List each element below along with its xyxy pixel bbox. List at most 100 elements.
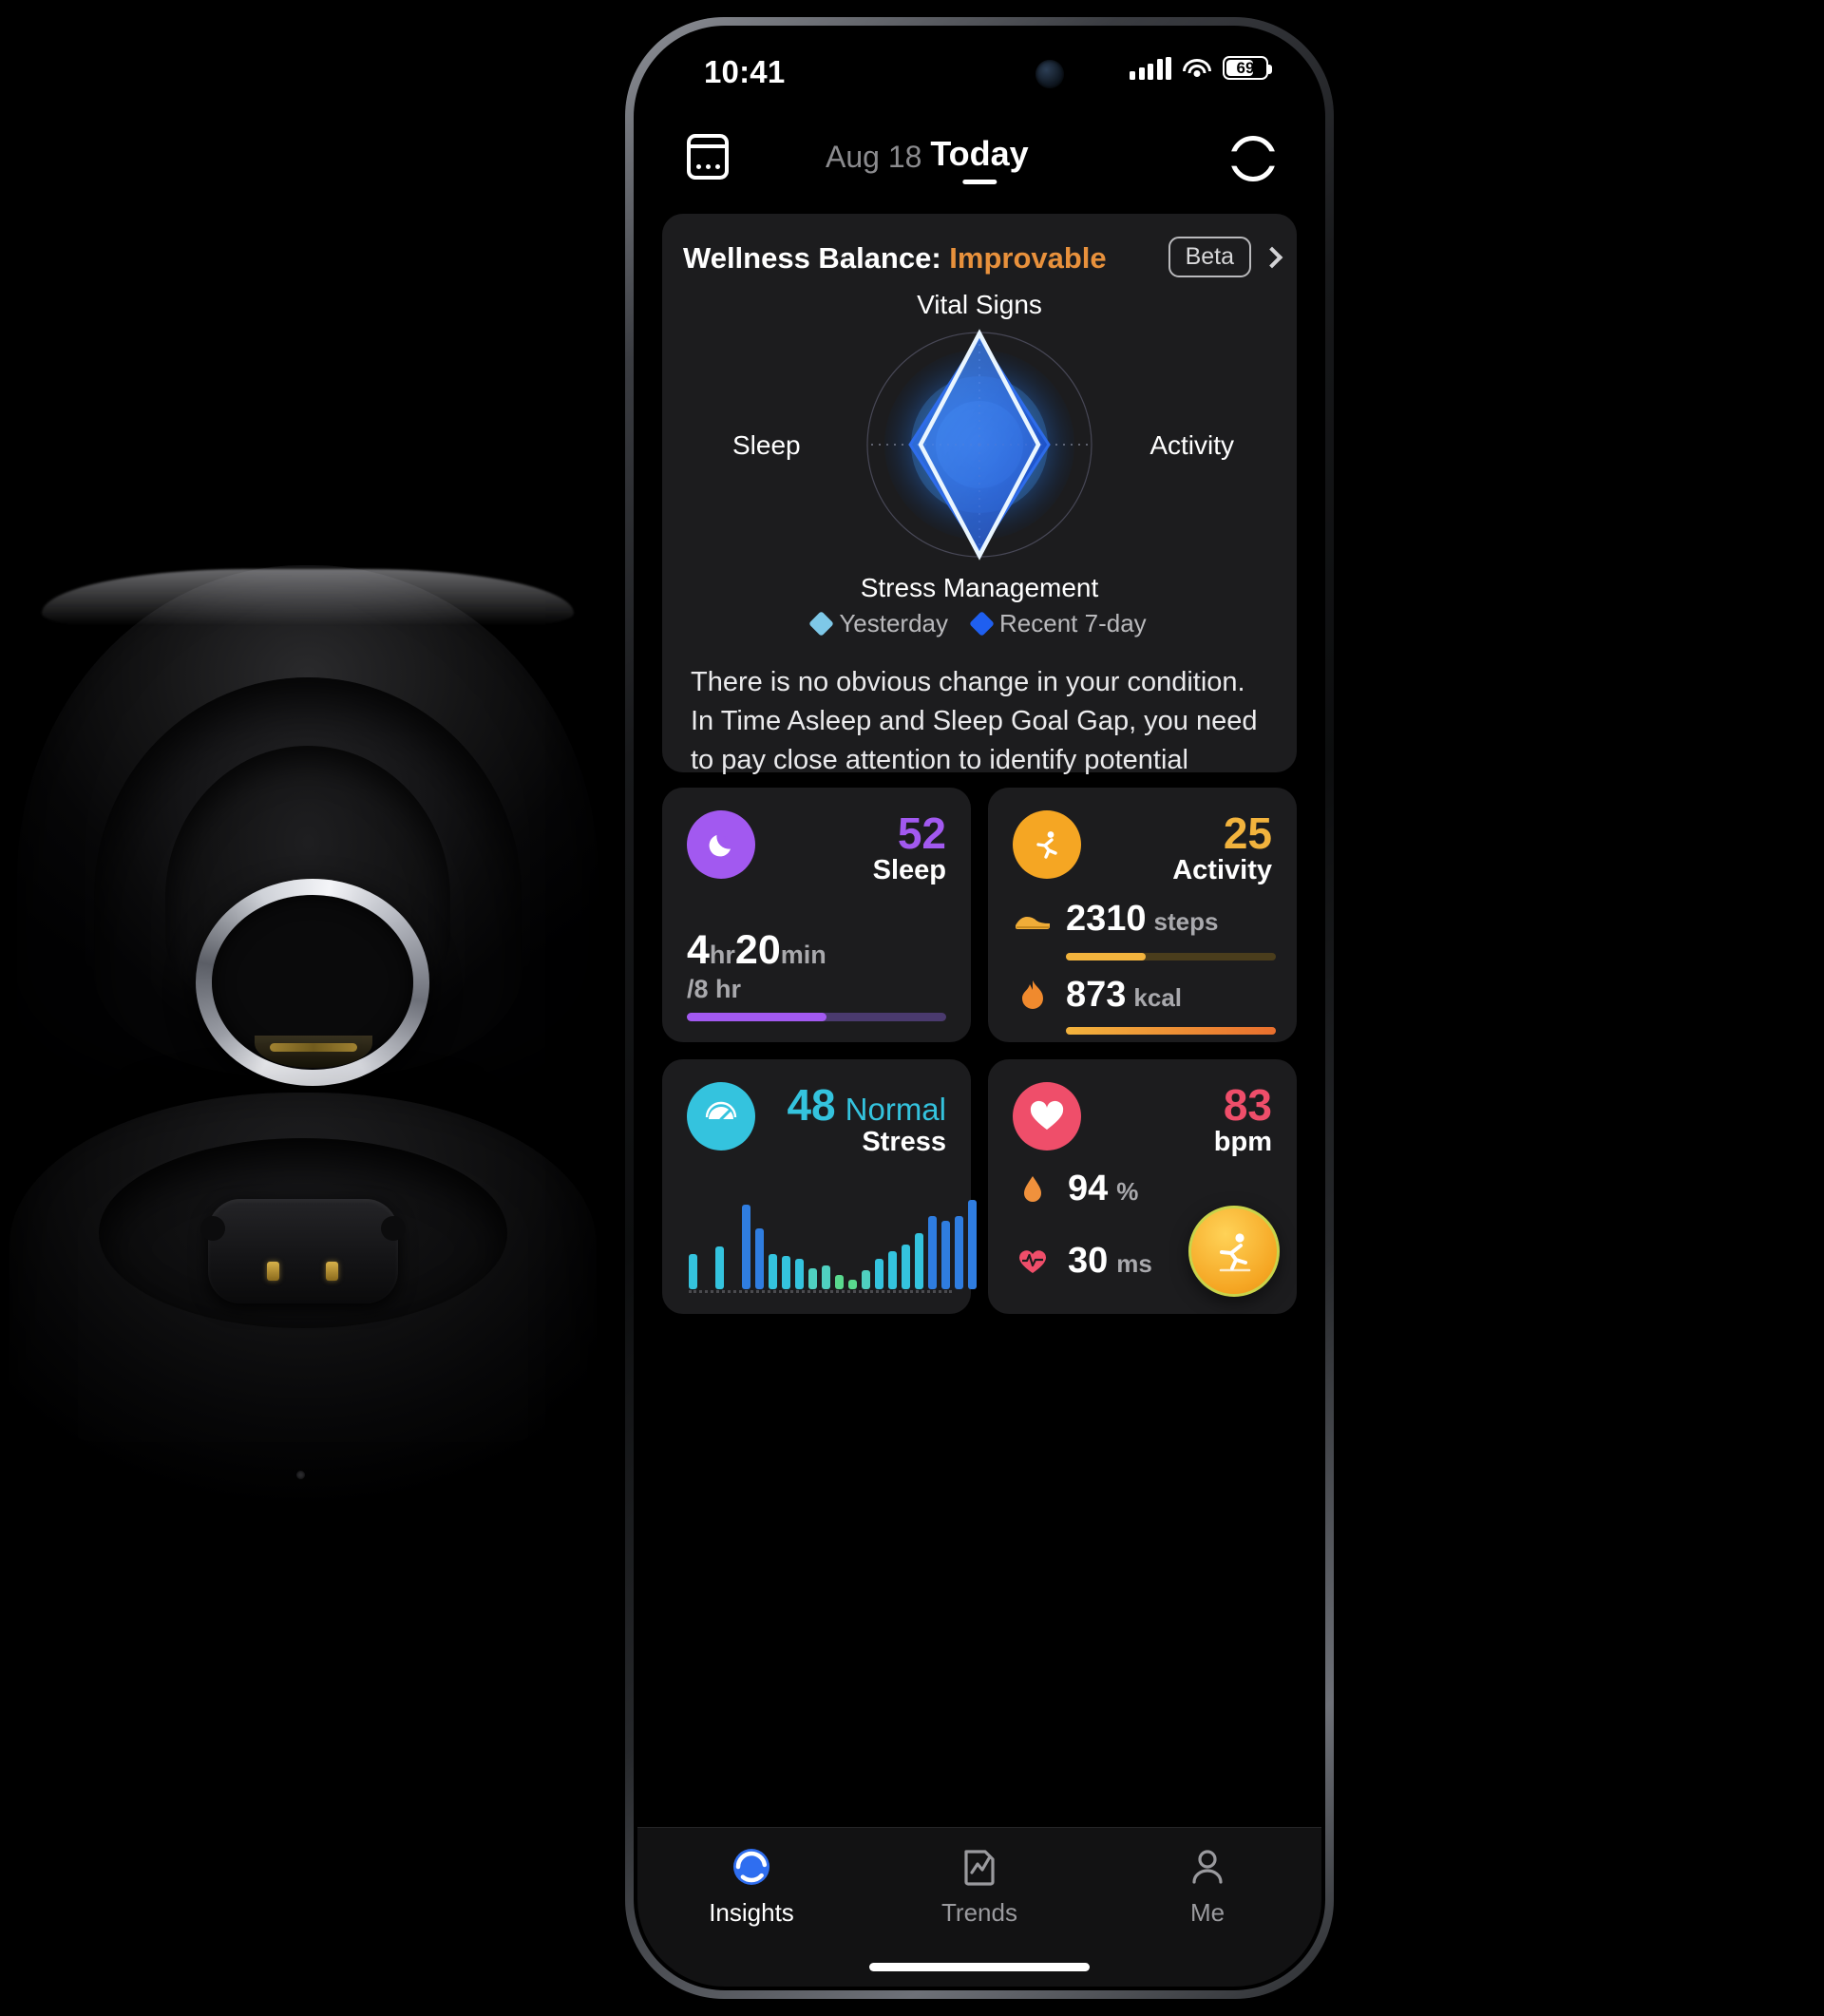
case-base-well [99,1138,507,1328]
stress-bar [848,1280,857,1289]
smart-ring-charging-case-photo [0,0,627,2016]
phone-device: 10:41 69 Aug 18 Today Wellness Balance: … [625,17,1334,1999]
charging-pin [267,1262,279,1281]
kcal-value: 873 [1066,975,1127,1015]
svg-text:z: z [723,833,729,845]
heart-rate-value: 83 [1223,1080,1272,1130]
stress-bar [955,1216,963,1289]
status-bar: 10:41 69 [637,29,1321,117]
steps-unit: steps [1153,907,1219,936]
steps-value: 2310 [1066,899,1147,939]
stress-bar [941,1221,950,1289]
stress-bar [715,1246,724,1289]
radar-axis-label-top: Vital Signs [917,290,1042,319]
kcal-progress-bar [1066,1027,1276,1035]
heart-rate-unit: bpm [1213,1127,1272,1158]
tab-today-label: Today [930,134,1029,173]
stress-bar [742,1204,750,1289]
chevron-right-icon[interactable] [1261,246,1283,268]
spo2-value-group: 94 % [1068,1169,1138,1209]
spo2-value: 94 [1068,1169,1109,1208]
wellness-balance-card[interactable]: Wellness Balance: Improvable Beta Vital … [662,214,1297,818]
stress-bar [915,1232,923,1289]
radar-axis-label-bottom: Stress Management [860,573,1099,602]
hrv-row: 30 ms [1013,1241,1152,1282]
stress-score-word: Normal [845,1092,946,1127]
wellness-title: Wellness Balance: Improvable [683,241,1107,276]
bottom-tab-bar: Insights Trends Me [637,1827,1321,1987]
tab-insights-label: Insights [709,1898,794,1927]
status-indicators: 69 [1130,56,1272,80]
legend-swatch-yesterday [808,611,835,637]
screenshot-root: 10:41 69 Aug 18 Today Wellness Balance: … [0,0,1824,2016]
status-clock: 10:41 [704,54,786,89]
sleep-duration: 4hr20min [687,927,826,974]
battery-percent-label: 69 [1236,58,1255,77]
stress-bar [835,1275,844,1289]
legend-label: Recent 7-day [999,609,1147,637]
stress-bar [902,1245,910,1289]
calendar-icon[interactable] [687,134,729,180]
sleep-card-header: z 52 Sleep [687,810,946,885]
cellular-signal-icon [1130,56,1171,80]
kcal-value-group: 873 kcal [1066,975,1182,1016]
stress-bar [822,1265,830,1289]
activity-score: 25 Activity [1172,810,1272,885]
sleep-score-value: 52 [897,808,946,858]
heart-card-header: 83 bpm [1013,1082,1272,1157]
heart-icon [1013,1082,1081,1151]
front-camera-icon [1036,60,1064,88]
sync-icon[interactable] [1230,136,1276,181]
sleep-card[interactable]: z 52 Sleep 4hr20min /8 hr [662,788,971,1042]
wifi-icon [1183,58,1211,79]
kcal-row: 873 kcal [1013,975,1274,1016]
app-header: Aug 18 Today [637,121,1321,202]
stress-score-value: 48 [787,1080,836,1130]
steps-progress-bar [1066,953,1276,960]
radar-svg [866,329,1092,561]
sleep-goal: /8 hr [687,975,742,1003]
stress-score-label: Stress [862,1127,946,1158]
dock-notch-left [200,1216,225,1241]
sleep-minutes: 20 [734,927,781,973]
stress-bar [968,1200,977,1289]
spo2-unit: % [1116,1177,1139,1206]
wellness-header: Wellness Balance: Improvable Beta [662,235,1297,282]
battery-icon: 69 [1223,56,1272,80]
case-status-led [296,1471,305,1479]
flame-icon [1013,979,1053,1012]
radar-axis-label-right: Activity [1150,430,1234,460]
stress-bar [928,1216,937,1289]
legend-item: Yesterday [808,609,948,638]
kcal-unit: kcal [1133,983,1183,1012]
header-date[interactable]: Aug 18 [826,140,922,175]
heart-rate-card[interactable]: 83 bpm 94 % 30 ms [988,1059,1297,1314]
sleep-moon-icon: z [687,810,755,879]
heart-rate-value-group: 83 bpm [1214,1082,1272,1157]
tab-today[interactable]: Today [930,134,1029,184]
sleep-hours-unit: hr [709,941,735,969]
running-person-icon [1013,810,1081,879]
steps-value-group: 2310 steps [1066,899,1218,940]
stress-bar [862,1270,870,1289]
tab-insights[interactable]: Insights [637,1845,865,1928]
case-base [10,1093,597,1530]
tab-trends[interactable]: Trends [865,1845,1093,1928]
activity-card[interactable]: 25 Activity 2310 steps 873 kcal [988,788,1297,1042]
trends-chart-icon [960,1845,998,1889]
stress-bar [782,1256,790,1289]
phone-bezel: 10:41 69 Aug 18 Today Wellness Balance: … [634,26,1325,1990]
wellness-title-prefix: Wellness Balance: [683,241,950,275]
stress-card[interactable]: 48 Normal Stress [662,1059,977,1314]
blood-drop-icon [1013,1173,1053,1206]
stress-bar [755,1227,764,1289]
sleep-progress-bar [687,1013,946,1021]
stress-bar [888,1251,897,1289]
home-indicator [869,1963,1090,1971]
stress-axis [689,1290,952,1293]
tab-me-label: Me [1189,1898,1226,1927]
wellness-radar-chart: Vital Signs Sleep Activity Stress Manage… [662,286,1297,602]
tab-me[interactable]: Me [1093,1845,1321,1928]
workout-running-icon[interactable] [1188,1206,1280,1297]
activity-score-label: Activity [1172,855,1272,886]
